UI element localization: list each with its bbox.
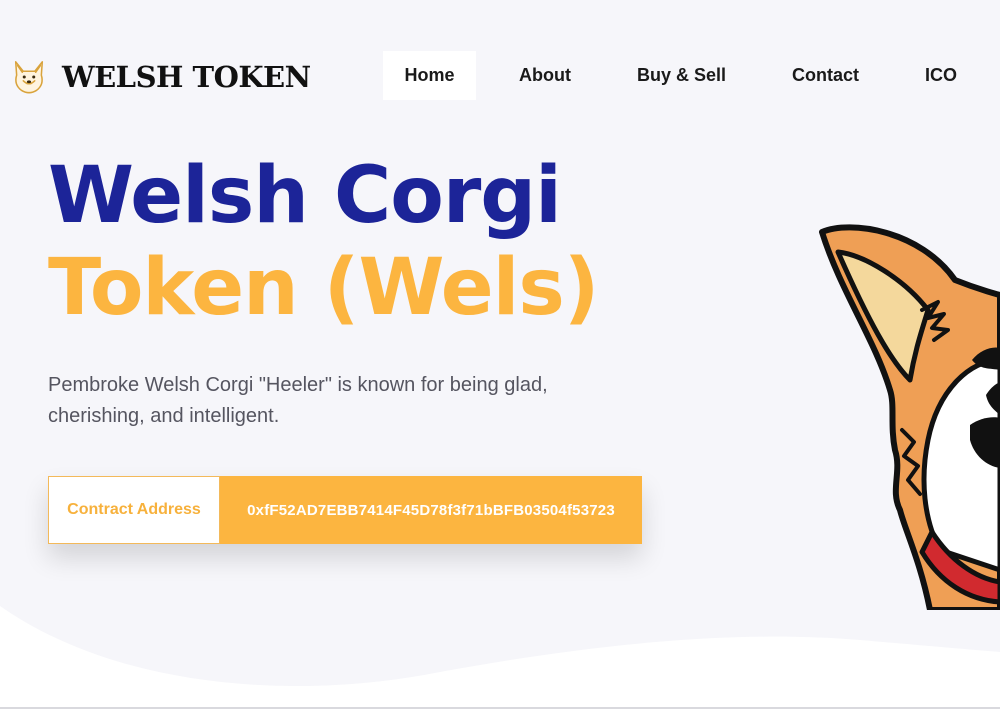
nav-item-ico[interactable]: ICO	[925, 51, 957, 100]
nav-item-home[interactable]: Home	[383, 51, 476, 100]
corgi-illustration	[819, 224, 1000, 610]
nav-item-buy-sell[interactable]: Buy & Sell	[637, 51, 726, 100]
hero-title-line1: Welsh Corgi	[48, 151, 562, 241]
contract-address-label: Contract Address	[48, 476, 220, 544]
nav-item-contact[interactable]: Contact	[792, 51, 859, 100]
contract-address-value[interactable]: 0xfF52AD7EBB7414F45D78f3f71bBFB03504f537…	[220, 476, 642, 544]
hero-title-line2: Token (Wels)	[48, 243, 599, 333]
contract-address-box: Contract Address 0xfF52AD7EBB7414F45D78f…	[48, 476, 642, 544]
brand-name: WELSH TOKEN	[62, 60, 311, 94]
corgi-head-logo-icon	[14, 61, 44, 94]
main-nav: Home About Buy & Sell Contact ICO	[383, 51, 957, 100]
hero-description: Pembroke Welsh Corgi "Heeler" is known f…	[48, 374, 548, 427]
hero-title: Welsh Corgi Token (Wels)	[48, 150, 599, 334]
brand-logo[interactable]: WELSH TOKEN	[10, 58, 311, 96]
nav-item-about[interactable]: About	[519, 51, 571, 100]
